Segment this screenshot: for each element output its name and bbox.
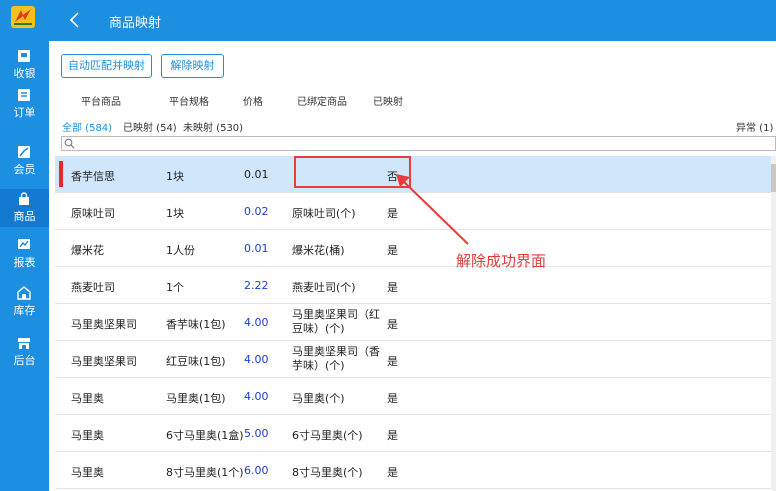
cell-product: 马里奥	[71, 466, 104, 479]
filter-mapped[interactable]: 已映射 (54)	[123, 119, 177, 134]
sidebar-item-label: 订单	[13, 106, 36, 119]
annotation-note: 解除成功界面	[456, 252, 547, 270]
store-icon	[18, 338, 30, 349]
sidebar-item-label: 报表	[13, 256, 36, 269]
filter-abnormal[interactable]: 异常 (1)	[736, 119, 773, 134]
column-header-platform-spec: 平台规格	[169, 97, 209, 108]
sidebar-item-products[interactable]: 商品	[0, 189, 49, 227]
cell-price: 0.01	[244, 168, 269, 181]
cell-product: 马里奥坚果司	[71, 355, 137, 368]
cell-mapped: 是	[387, 429, 398, 442]
column-header-price: 价格	[243, 97, 263, 108]
cell-spec: 1人份	[166, 244, 195, 257]
cell-bound: 原味吐司(个)	[292, 207, 356, 220]
sidebar: 收银 订单 会员 商品 报表 库存 后台	[0, 0, 49, 491]
filter-all[interactable]: 全部 (584)	[62, 119, 112, 134]
cell-spec: 1个	[166, 281, 184, 294]
table-row[interactable]: 马里奥坚果司 红豆味(1包) 4.00 马里奥坚果司（香 芋味）(个) 是	[55, 341, 771, 378]
cell-bound-line: 芋味）(个)	[292, 359, 345, 372]
unmap-button[interactable]: 解除映射	[161, 54, 224, 78]
cell-mapped: 是	[387, 466, 398, 479]
cell-price: 4.00	[244, 353, 269, 366]
cell-spec: 1块	[166, 170, 184, 183]
sidebar-item-label: 收银	[13, 67, 36, 80]
back-arrow-icon[interactable]	[69, 12, 81, 28]
search-input[interactable]	[78, 137, 768, 150]
table-row[interactable]: 马里奥 8寸马里奥(1个) 6.00 8寸马里奥(个) 是	[55, 452, 771, 489]
cell-mapped: 是	[387, 318, 398, 331]
table-row[interactable]: 马里奥坚果司 香芋味(1包) 4.00 马里奥坚果司（红 豆味）(个) 是	[55, 304, 771, 341]
cell-mapped: 是	[387, 355, 398, 368]
cell-product: 原味吐司	[71, 207, 115, 220]
annotation-arrow-icon	[396, 174, 469, 245]
cell-product: 马里奥	[71, 392, 104, 405]
sidebar-item-orders[interactable]: 订单	[0, 85, 49, 123]
cell-spec: 1块	[166, 207, 184, 220]
page-title: 商品映射	[109, 16, 162, 31]
report-chart-icon	[18, 239, 30, 249]
sidebar-item-label: 会员	[13, 163, 36, 176]
cell-bound: 马里奥坚果司（香 芋味）(个)	[292, 345, 380, 373]
table-row[interactable]: 马里奥 6寸马里奥(1盒) 5.00 6寸马里奥(个) 是	[55, 415, 771, 452]
auto-map-button[interactable]: 自动匹配并映射	[61, 54, 152, 78]
search-box	[61, 136, 776, 151]
cell-bound-line: 马里奥坚果司（红	[292, 308, 380, 321]
cell-product: 马里奥	[71, 429, 104, 442]
sidebar-item-cashier[interactable]: 收银	[0, 46, 49, 84]
cell-bound-line: 豆味）(个)	[292, 322, 345, 335]
cell-mapped: 是	[387, 392, 398, 405]
cell-price: 0.01	[244, 242, 269, 255]
cell-bound: 马里奥(个)	[292, 392, 345, 405]
cell-bound: 马里奥坚果司（红 豆味）(个)	[292, 308, 380, 336]
cell-bound: 爆米花(桶)	[292, 244, 345, 257]
sidebar-item-reports[interactable]: 报表	[0, 235, 49, 273]
cell-price: 0.02	[244, 205, 269, 218]
selected-row-marker	[59, 161, 63, 187]
sidebar-item-inventory[interactable]: 库存	[0, 283, 49, 321]
cell-bound: 燕麦吐司(个)	[292, 281, 356, 294]
cell-spec: 6寸马里奥(1盒)	[166, 429, 244, 442]
cashier-icon	[18, 50, 30, 62]
cell-bound-line: 马里奥坚果司（香	[292, 345, 380, 358]
cell-spec: 香芋味(1包)	[166, 318, 226, 331]
cell-spec: 红豆味(1包)	[166, 355, 226, 368]
cell-price: 6.00	[244, 464, 269, 477]
cell-product: 马里奥坚果司	[71, 318, 137, 331]
cell-price: 4.00	[244, 316, 269, 329]
cell-price: 4.00	[244, 390, 269, 403]
scrollbar-thumb[interactable]	[771, 164, 776, 192]
product-bag-icon	[19, 192, 29, 205]
sidebar-item-label: 库存	[13, 304, 36, 317]
order-icon	[18, 89, 30, 101]
cell-product: 爆米花	[71, 244, 104, 257]
filter-unmapped[interactable]: 未映射 (530)	[183, 119, 243, 134]
cell-product: 香芋信思	[71, 170, 115, 183]
cell-price: 2.22	[244, 279, 269, 292]
column-header-mapped: 已映射	[373, 97, 403, 108]
column-header-platform-product: 平台商品	[81, 97, 121, 108]
cell-bound: 6寸马里奥(个)	[292, 429, 363, 442]
cell-mapped: 是	[387, 281, 398, 294]
column-header-bound-product: 已绑定商品	[297, 97, 347, 108]
cell-spec: 8寸马里奥(1个)	[166, 466, 244, 479]
cell-spec: 马里奥(1包)	[166, 392, 226, 405]
sidebar-item-members[interactable]: 会员	[0, 142, 49, 180]
member-icon	[18, 146, 30, 158]
warehouse-icon	[17, 286, 31, 300]
cell-bound: 8寸马里奥(个)	[292, 466, 363, 479]
cell-product: 燕麦吐司	[71, 281, 115, 294]
table-row[interactable]: 马里奥 马里奥(1包) 4.00 马里奥(个) 是	[55, 378, 771, 415]
sidebar-item-backend[interactable]: 后台	[0, 333, 49, 371]
table-row[interactable]: 燕麦吐司 1个 2.22 燕麦吐司(个) 是	[55, 267, 771, 304]
sidebar-item-label: 后台	[13, 354, 36, 367]
sidebar-item-label: 商品	[13, 210, 36, 223]
search-icon	[64, 138, 75, 149]
header-bar: 商品映射	[49, 0, 776, 41]
app-logo-icon	[11, 6, 35, 28]
list-scrollbar[interactable]	[771, 156, 776, 491]
cell-price: 5.00	[244, 427, 269, 440]
